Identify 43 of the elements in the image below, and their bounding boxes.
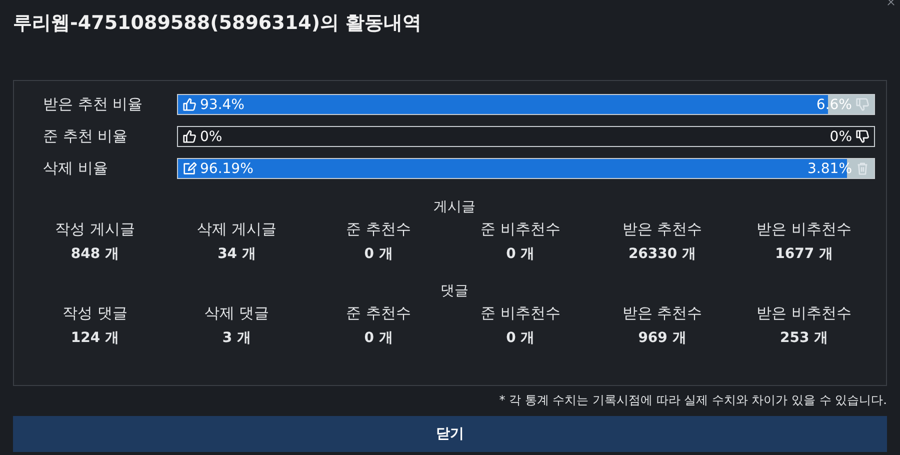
ratio-label: 삭제 비율: [42, 159, 109, 178]
stat-value: 0 개: [364, 245, 393, 263]
percent-text: 96.19%: [200, 160, 254, 176]
stat-label: 작성 댓글: [62, 304, 128, 323]
footnote: * 각 통계 수치는 기록시점에 따라 실제 수치와 차이가 있을 수 있습니다.: [498, 392, 887, 409]
thumbs-down-icon: [855, 129, 870, 144]
ratio-label: 준 추천 비율: [42, 127, 129, 146]
stat-label: 받은 비추천수: [756, 220, 852, 239]
edit-icon: [182, 161, 197, 176]
stat-label: 받은 추천수: [622, 304, 702, 323]
thumbs-up-icon: [182, 97, 197, 112]
stat-value: 1677 개: [775, 245, 833, 263]
trash-icon: [855, 161, 870, 176]
close-button[interactable]: 닫기: [13, 416, 887, 452]
stat-label: 삭제 댓글: [204, 304, 270, 323]
section-heading: 게시글: [432, 198, 476, 216]
stat-value: 0 개: [506, 245, 535, 263]
stat-label: 준 추천수: [346, 220, 411, 239]
stat-value: 969 개: [638, 329, 686, 347]
stat-label: 준 추천수: [346, 304, 411, 323]
stat-label: 준 비추천수: [480, 220, 560, 239]
stat-value: 0 개: [506, 329, 535, 347]
ratio-label: 받은 추천 비율: [42, 95, 144, 114]
stat-label: 작성 게시글: [55, 220, 135, 239]
stat-value: 0 개: [364, 329, 393, 347]
stat-label: 삭제 게시글: [196, 220, 277, 239]
stat-value: 848 개: [70, 245, 119, 263]
dialog-title: 루리웹-4751089588(5896314)의 활동내역: [13, 11, 422, 36]
percent-text: 93.4%: [200, 96, 244, 112]
stat-label: 받은 비추천수: [756, 304, 852, 323]
stat-value: 3 개: [222, 329, 252, 347]
stat-label: 받은 추천수: [622, 220, 702, 239]
percent-text: 0%: [830, 128, 852, 144]
stat-value: 26330 개: [628, 245, 696, 263]
stat-value: 34 개: [218, 245, 256, 263]
thumbs-up-icon: [182, 129, 197, 144]
stat-label: 준 비추천수: [480, 304, 560, 323]
percent-text: 0%: [200, 128, 222, 144]
stat-value: 253 개: [780, 329, 828, 347]
section-heading: 댓글: [440, 282, 470, 300]
stat-value: 124 개: [70, 329, 119, 347]
thumbs-down-icon: [855, 97, 870, 112]
close-icon[interactable]: [886, 0, 896, 7]
